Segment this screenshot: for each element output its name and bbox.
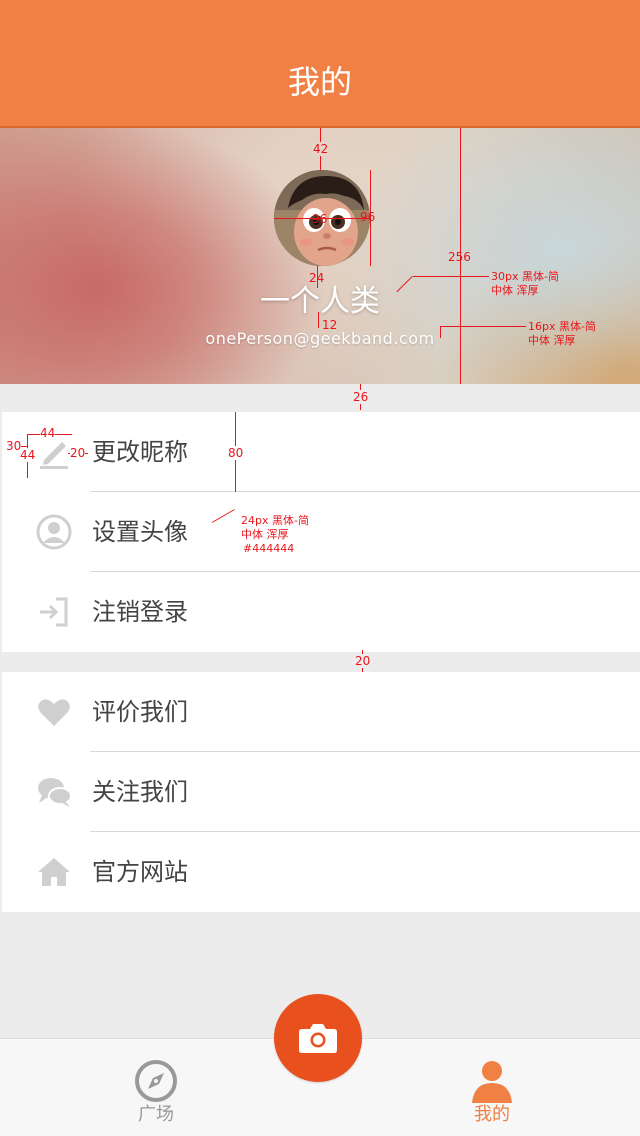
annotation-avatar-top: 42: [312, 142, 330, 156]
annotation-header-height: 256: [448, 250, 471, 264]
tab-label: 广场: [138, 1104, 174, 1125]
compass-icon: [132, 1057, 180, 1105]
heart-icon: [36, 690, 72, 734]
annotation-avatar-height: 96: [360, 210, 376, 224]
avatar-icon: [36, 510, 72, 554]
menu-row-logout[interactable]: 注销登录: [2, 572, 640, 652]
annotation-nickname-spec-1: 30px 黑体-简: [491, 270, 559, 283]
tab-label: 我的: [474, 1104, 510, 1125]
menu-label: 注销登录: [92, 598, 188, 626]
profile-header: 一个人类 onePerson@geekband.com 42 96 96 256…: [0, 128, 640, 384]
tab-mine[interactable]: 我的: [412, 1039, 572, 1136]
annotation-icon-width: 44: [40, 426, 56, 440]
annotation-row-height: 80: [228, 446, 244, 460]
chat-bubbles-icon: [36, 770, 72, 814]
menu-label: 官方网站: [92, 858, 188, 886]
menu-label: 设置头像: [92, 518, 188, 546]
menu-group-about: 评价我们 关注我们 官方网站: [2, 672, 640, 912]
annotation-line: [440, 326, 441, 338]
nickname: 一个人类: [260, 284, 380, 319]
page-title: 我的: [287, 63, 352, 101]
annotation-label-spec-3: #444444: [243, 542, 295, 555]
camera-icon: [299, 1024, 337, 1053]
menu-label: 关注我们: [92, 778, 188, 806]
menu-row-rate-us[interactable]: 评价我们: [2, 672, 640, 752]
annotation-label-spec-2: 中体 浑厚: [241, 528, 289, 541]
house-icon: [36, 850, 72, 894]
annotation-icon-left: 30: [6, 439, 22, 453]
annotation-line: [440, 326, 526, 327]
annotation-icon-height: 44: [20, 448, 36, 462]
menu-row-website[interactable]: 官方网站: [2, 832, 640, 912]
menu-group-account: 更改昵称 设置头像 注销登录 44 30 44 20 80 24px 黑体-简: [2, 412, 640, 652]
annotation-email-spec-1: 16px 黑体-简: [528, 320, 596, 333]
annotation-name-to-email: 12: [322, 318, 338, 332]
menu-label: 评价我们: [92, 698, 188, 726]
annotation-header-to-list: 26: [353, 390, 369, 404]
annotation-avatar-width: 96: [312, 212, 328, 226]
logout-icon: [36, 590, 72, 634]
annotation-email-spec-2: 中体 浑厚: [528, 334, 576, 347]
annotation-line: [413, 276, 489, 277]
tab-square[interactable]: 广场: [76, 1039, 236, 1136]
menu-row-set-avatar[interactable]: 设置头像: [2, 492, 640, 572]
menu-row-follow-us[interactable]: 关注我们: [2, 752, 640, 832]
camera-button[interactable]: [274, 994, 362, 1082]
person-icon: [468, 1057, 516, 1105]
nav-bar: 我的: [0, 0, 640, 128]
menu-row-change-nickname[interactable]: 更改昵称: [2, 412, 640, 492]
annotation-label-spec-1: 24px 黑体-简: [241, 514, 309, 527]
annotation-icon-to-text: 20: [70, 446, 86, 460]
annotation-group-gap: 20: [355, 654, 371, 668]
menu-label: 更改昵称: [92, 438, 188, 466]
annotation-nickname-spec-2: 中体 浑厚: [491, 284, 539, 297]
annotation-avatar-to-name: 24: [309, 271, 325, 285]
annotation-line: [318, 312, 319, 328]
